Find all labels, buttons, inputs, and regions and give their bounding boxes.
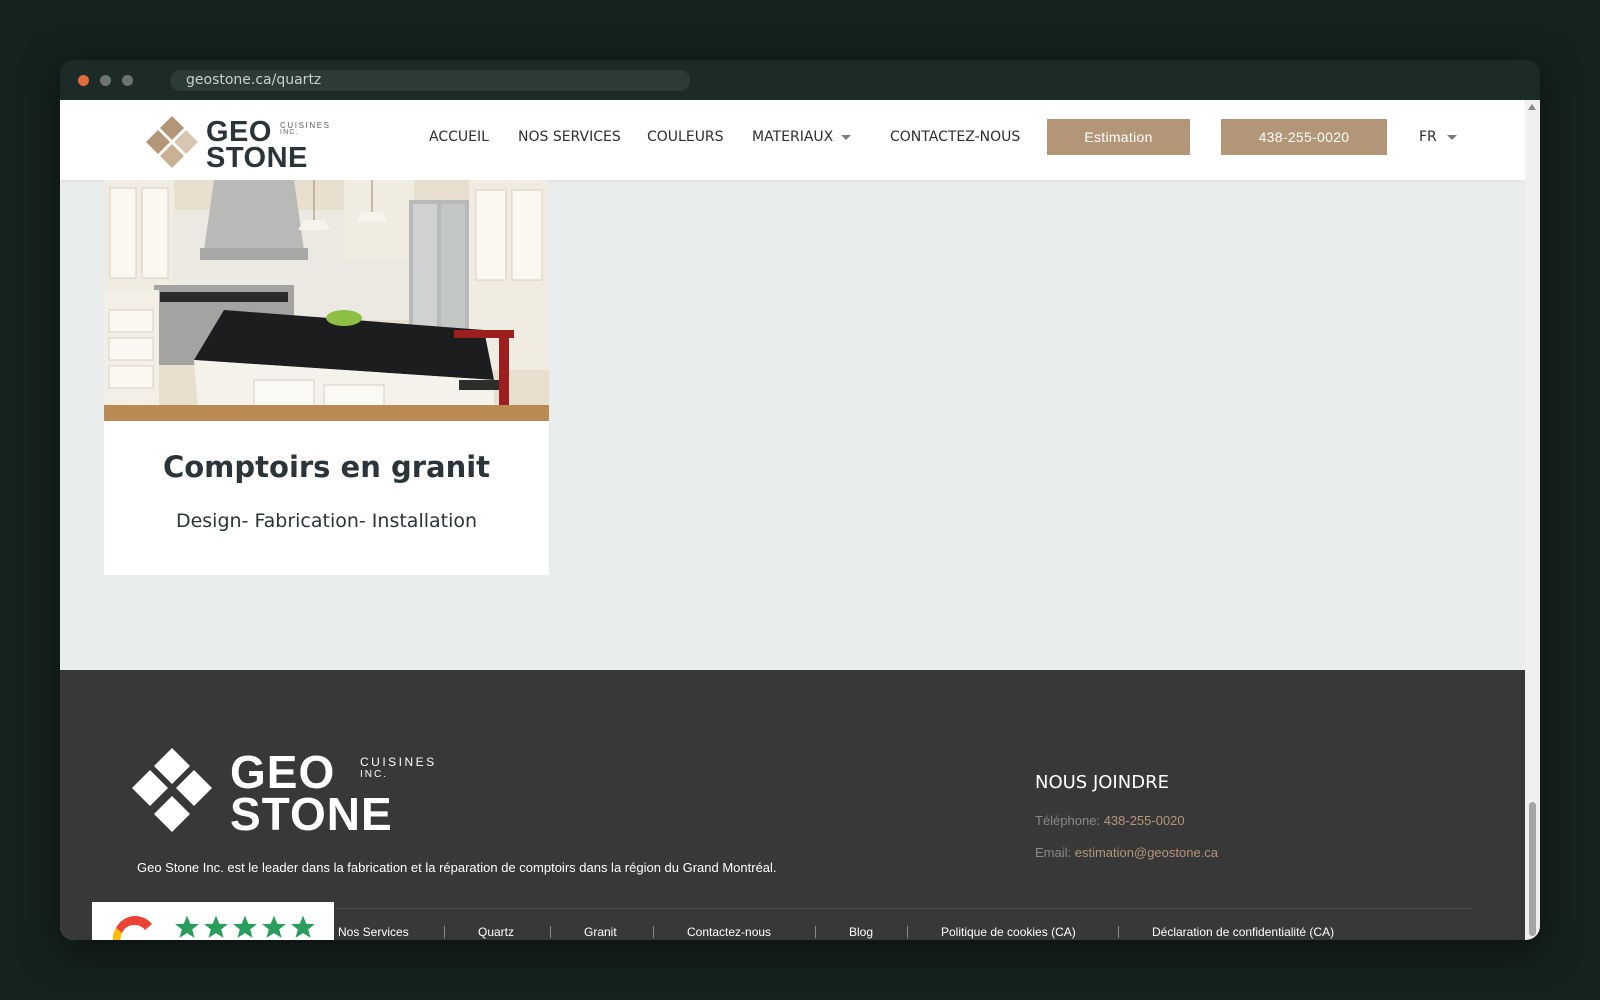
chevron-down-icon: [841, 134, 852, 140]
footer-link-blog[interactable]: Blog: [849, 924, 873, 940]
kitchen-photo: [104, 180, 549, 421]
service-card-granit[interactable]: Comptoirs en granit Design- Fabrication-…: [104, 180, 549, 575]
google-review-badge[interactable]: [92, 902, 334, 940]
nav-contactez-nous[interactable]: CONTACTEZ-NOUS: [890, 127, 1020, 147]
footer-logo-text-cuisines: CUISINES: [360, 755, 437, 769]
footer-link-contactez-nous[interactable]: Contactez-nous: [687, 924, 771, 940]
maximize-window-button[interactable]: [122, 75, 133, 86]
nav-nos-services[interactable]: NOS SERVICES: [518, 127, 621, 147]
footer-link-granit[interactable]: Granit: [584, 924, 617, 940]
star-icon: [204, 915, 228, 938]
footer-separator: [444, 926, 445, 938]
browser-window: geostone.ca/quartz GEO STONE CUISINES IN…: [60, 60, 1540, 940]
star-icon: [175, 915, 199, 938]
star-icon: [262, 915, 286, 938]
nav-materiaux-label: MATERIAUX: [752, 129, 834, 145]
footer-description: Geo Stone Inc. est le leader dans la fab…: [137, 860, 777, 875]
footer-separator: [550, 926, 551, 938]
footer-phone: Téléphone: 438-255-0020: [1035, 813, 1185, 829]
phone-button[interactable]: 438-255-0020: [1221, 119, 1387, 155]
site-footer: GEO STONE CUISINES INC. Geo Stone Inc. e…: [60, 670, 1525, 940]
footer-phone-link[interactable]: 438-255-0020: [1104, 813, 1185, 828]
scrollbar-thumb[interactable]: [1529, 802, 1536, 936]
chevron-down-icon: [1446, 134, 1457, 140]
google-g-icon: [112, 915, 152, 940]
footer-separator: [907, 926, 908, 938]
language-label: FR: [1419, 129, 1437, 145]
footer-contact-title: NOUS JOINDRE: [1035, 772, 1169, 793]
footer-link-nos-services[interactable]: Nos Services: [338, 924, 409, 940]
footer-phone-label: Téléphone:: [1035, 813, 1101, 828]
nav-accueil[interactable]: ACCUEIL: [429, 127, 489, 147]
footer-logo[interactable]: GEO STONE CUISINES INC.: [126, 746, 446, 838]
card-subtitle: Design- Fabrication- Installation: [175, 510, 478, 532]
site-header: GEO STONE CUISINES INC. ACCUEIL NOS SERV…: [60, 100, 1525, 180]
footer-link-privacy[interactable]: Déclaration de confidentialité (CA): [1152, 924, 1334, 940]
footer-separator: [653, 926, 654, 938]
footer-separator: [815, 926, 816, 938]
footer-divider: [137, 908, 1472, 909]
footer-logo-text-inc: INC.: [360, 769, 388, 780]
geostone-logo-icon: [146, 116, 198, 168]
browser-titlebar: geostone.ca/quartz: [60, 60, 1540, 100]
nav-couleurs[interactable]: COULEURS: [647, 127, 724, 147]
footer-link-cookies[interactable]: Politique de cookies (CA): [941, 924, 1076, 940]
footer-separator: [1118, 926, 1119, 938]
card-title: Comptoirs en granit: [162, 450, 491, 484]
footer-email-link[interactable]: estimation@geostone.ca: [1075, 845, 1218, 860]
footer-email: Email: estimation@geostone.ca: [1035, 845, 1218, 861]
footer-email-label: Email:: [1035, 845, 1072, 860]
scroll-up-arrow-icon[interactable]: [1528, 104, 1536, 110]
nav-materiaux[interactable]: MATERIAUX: [752, 127, 852, 147]
star-icon: [233, 915, 257, 938]
logo-text-stone: STONE: [206, 142, 308, 174]
header-logo[interactable]: GEO STONE CUISINES INC.: [144, 114, 334, 173]
page-viewport: GEO STONE CUISINES INC. ACCUEIL NOS SERV…: [60, 100, 1525, 940]
minimize-window-button[interactable]: [100, 75, 111, 86]
star-icon: [291, 915, 315, 938]
language-selector[interactable]: FR: [1419, 127, 1457, 147]
geostone-logo-icon: [132, 748, 212, 832]
vertical-scrollbar[interactable]: [1525, 100, 1540, 940]
close-window-button[interactable]: [78, 75, 89, 86]
footer-logo-text-stone: STONE: [230, 788, 393, 840]
estimate-button[interactable]: Estimation: [1047, 119, 1190, 155]
address-bar[interactable]: geostone.ca/quartz: [170, 70, 690, 91]
logo-text-inc: INC.: [280, 129, 299, 136]
kitchen-image: [104, 180, 549, 421]
footer-link-quartz[interactable]: Quartz: [478, 924, 514, 940]
